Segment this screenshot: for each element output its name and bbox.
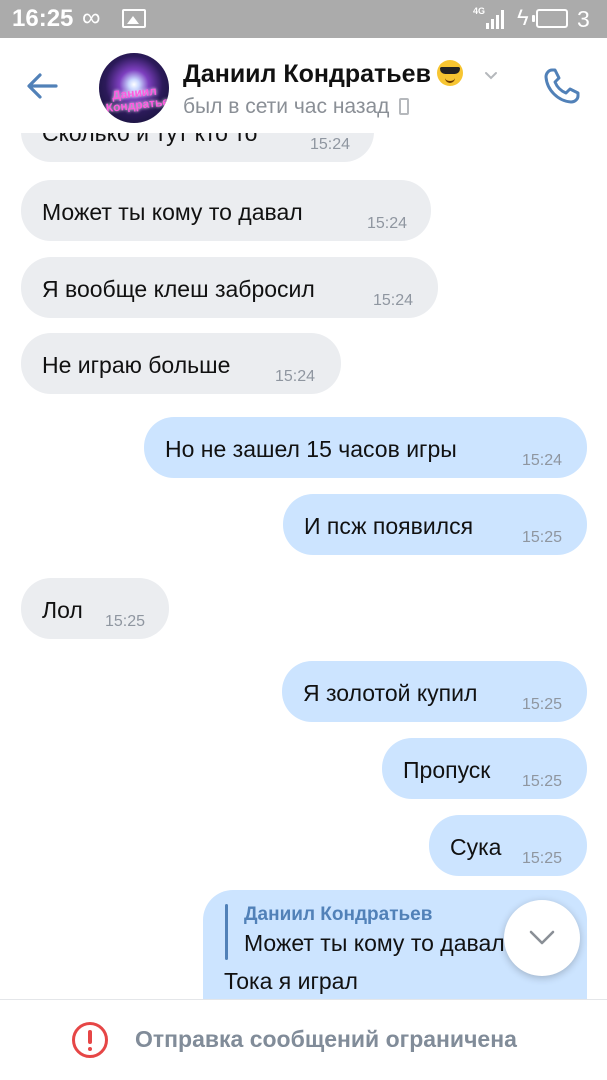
message-list[interactable]: Сколько и тут кто то 15:24 Может ты кому… xyxy=(0,133,607,999)
message-text: Не играю больше xyxy=(42,352,231,378)
message-outgoing[interactable]: Я золотой купил 15:25 xyxy=(282,661,587,722)
chevron-down-icon[interactable] xyxy=(484,69,498,83)
message-outgoing[interactable]: Но не зашел 15 часов игры 15:24 xyxy=(144,417,587,478)
message-outgoing[interactable]: Пропуск 15:25 xyxy=(382,738,587,799)
message-incoming[interactable]: Лол 15:25 xyxy=(21,578,169,639)
message-text: Лол xyxy=(42,597,83,623)
last-seen-text: был в сети час назад xyxy=(183,95,390,118)
image-notification-icon xyxy=(122,9,146,28)
message-text: Я вообще клеш забросил xyxy=(42,276,315,302)
message-incoming[interactable]: Не играю больше 15:24 xyxy=(21,333,341,394)
message-time: 15:24 xyxy=(275,368,316,385)
message-incoming[interactable]: Сколько и тут кто то 15:24 xyxy=(21,133,374,162)
battery-level: 3 xyxy=(577,6,590,32)
message-time: 15:25 xyxy=(105,613,146,630)
arrow-left-icon xyxy=(27,73,58,99)
signal-icon xyxy=(478,9,506,29)
message-time: 15:24 xyxy=(522,452,563,469)
message-text: Может ты кому то давал xyxy=(42,199,303,225)
message-incoming[interactable]: Может ты кому то давал 15:24 xyxy=(21,180,431,241)
quote-bar xyxy=(225,904,228,960)
chat-header: Даниил Кондратьев Даниил Кондратьев был … xyxy=(0,38,607,133)
message-restricted-bar: Отправка сообщений ограничена xyxy=(0,999,607,1080)
message-text: Сука xyxy=(450,834,502,860)
contact-name[interactable]: Даниил Кондратьев xyxy=(183,59,463,89)
scroll-to-bottom-button[interactable] xyxy=(504,900,580,976)
sunglasses-emoji-icon xyxy=(436,60,463,86)
message-outgoing[interactable]: Сука 15:25 xyxy=(429,815,587,876)
message-text: Сколько и тут кто то xyxy=(42,133,258,146)
back-button[interactable] xyxy=(22,66,72,106)
avatar-text: Даниил Кондратьев xyxy=(105,83,169,116)
restriction-text: Отправка сообщений ограничена xyxy=(135,1026,517,1052)
message-text: И псж появился xyxy=(304,513,474,539)
avatar[interactable]: Даниил Кондратьев xyxy=(99,53,169,123)
quoted-text: Может ты кому то давал xyxy=(244,930,505,956)
charging-icon: ϟ xyxy=(517,5,529,30)
warning-icon xyxy=(72,1022,108,1058)
chevron-down-icon xyxy=(529,930,555,945)
battery-icon xyxy=(532,9,568,28)
contact-status: был в сети час назад xyxy=(183,94,410,120)
message-incoming[interactable]: Я вообще клеш забросил 15:24 xyxy=(21,257,438,318)
message-time: 15:24 xyxy=(367,215,408,232)
message-time: 15:24 xyxy=(310,136,351,153)
quoted-author: Даниил Кондратьев xyxy=(244,904,433,925)
mobile-device-icon xyxy=(399,98,410,115)
message-text: Но не зашел 15 часов игры xyxy=(165,436,457,462)
message-time: 15:25 xyxy=(522,696,563,713)
message-text: Пропуск xyxy=(403,757,491,783)
message-text: Я золотой купил xyxy=(303,680,478,706)
message-time: 15:25 xyxy=(522,773,563,790)
contact-name-text: Даниил Кондратьев xyxy=(183,60,431,88)
infinity-icon: ∞ xyxy=(82,2,101,32)
status-bar: 16:25 ∞ 4G ϟ 3 xyxy=(0,0,607,38)
phone-call-icon[interactable] xyxy=(541,65,583,107)
message-outgoing[interactable]: И псж появился 15:25 xyxy=(283,494,587,555)
message-text: Тока я играл xyxy=(224,968,358,994)
message-time: 15:24 xyxy=(373,292,414,309)
message-time: 15:25 xyxy=(522,529,563,546)
status-time: 16:25 xyxy=(12,5,74,32)
message-time: 15:25 xyxy=(522,850,563,867)
